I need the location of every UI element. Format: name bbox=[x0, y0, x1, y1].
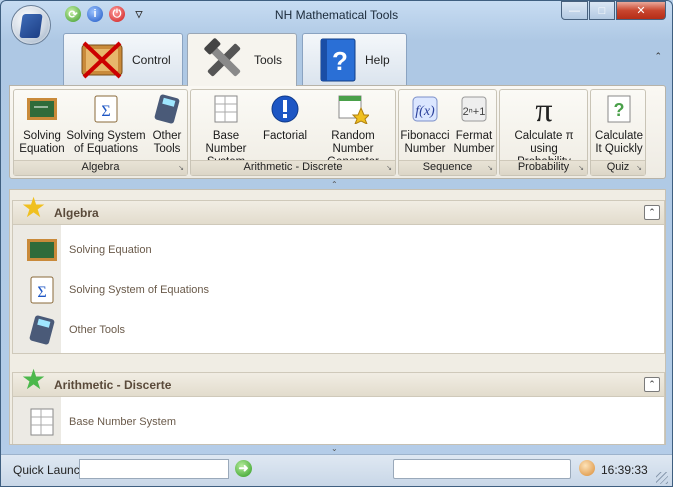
list-item-base-number-system[interactable]: Base Number System bbox=[25, 402, 176, 442]
calculate-it-quickly-button[interactable]: ? Calculate It Quickly bbox=[592, 92, 646, 156]
scroll-up-icon[interactable]: ⌃ bbox=[331, 180, 338, 189]
sigma-note-icon: Σ bbox=[89, 92, 123, 126]
quick-launch-input[interactable] bbox=[79, 459, 229, 479]
dialog-launcher-icon[interactable]: ↘ bbox=[386, 164, 392, 172]
ribbon-group-label: Probability ↘ bbox=[500, 160, 587, 175]
dialog-launcher-icon[interactable]: ↘ bbox=[487, 164, 493, 172]
panel-algebra: ★ Algebra ⌃ Solving Equation Σ Solving S… bbox=[12, 193, 665, 354]
factorial-button[interactable]: Factorial bbox=[261, 92, 309, 143]
panel-header: ★ Arithmetic - Discerte ⌃ bbox=[13, 365, 664, 397]
list-item-label: Solving System of Equations bbox=[69, 284, 210, 296]
status-bar: Quick Launch ➜ 16:39:33 bbox=[1, 454, 672, 486]
ribbon-panel: Solving Equation Σ Solving System of Equ… bbox=[9, 85, 666, 179]
minimize-button[interactable]: — bbox=[561, 1, 588, 20]
svg-text:f(x): f(x) bbox=[415, 104, 435, 119]
question-note-icon: ? bbox=[602, 92, 636, 126]
svg-text:π: π bbox=[535, 93, 552, 125]
number-sheet-icon bbox=[25, 407, 59, 437]
svg-text:?: ? bbox=[332, 46, 348, 76]
svg-text:2ⁿ+1: 2ⁿ+1 bbox=[463, 106, 486, 118]
ribbon-group-algebra: Solving Equation Σ Solving System of Equ… bbox=[13, 89, 188, 176]
clock-icon bbox=[579, 460, 595, 476]
fibonacci-number-button[interactable]: f(x) Fibonacci Number bbox=[400, 92, 450, 156]
panel-arithmetic: ★ Arithmetic - Discerte ⌃ Base Number Sy… bbox=[12, 365, 665, 444]
random-number-generator-button[interactable]: Random Number Generator bbox=[311, 92, 395, 169]
other-tools-button[interactable]: Other Tools bbox=[148, 92, 186, 156]
fermat-number-button[interactable]: 2ⁿ+1 Fermat Number bbox=[451, 92, 497, 156]
scroll-down-icon[interactable]: ⌄ bbox=[331, 444, 338, 453]
resize-grip[interactable] bbox=[656, 472, 668, 484]
panel-header: ★ Algebra ⌃ bbox=[13, 193, 664, 225]
pi-icon: π bbox=[527, 92, 561, 126]
tab-tools[interactable]: Tools bbox=[187, 33, 297, 86]
tab-help-label: Help bbox=[365, 52, 390, 67]
list-item-other-tools[interactable]: Other Tools bbox=[25, 310, 125, 350]
calculator-icon bbox=[150, 92, 184, 126]
exclamation-icon bbox=[268, 92, 302, 126]
tab-control[interactable]: Control bbox=[63, 33, 183, 85]
panel-collapse-button[interactable]: ⌃ bbox=[644, 377, 660, 392]
ribbon-group-label: Arithmetic - Discrete ↘ bbox=[191, 160, 395, 175]
close-button[interactable]: ✕ bbox=[616, 1, 666, 20]
dialog-launcher-icon[interactable]: ↘ bbox=[636, 164, 642, 172]
solving-system-button[interactable]: Σ Solving System of Equations bbox=[66, 92, 146, 156]
ribbon-collapse-icon[interactable]: ⌃ bbox=[654, 51, 662, 62]
ribbon-group-label: Algebra ↘ bbox=[14, 160, 187, 175]
panel-collapse-button[interactable]: ⌃ bbox=[644, 205, 660, 220]
dialog-launcher-icon[interactable]: ↘ bbox=[578, 164, 584, 172]
ribbon-group-quiz: ? Calculate It Quickly Quiz ↘ bbox=[590, 89, 646, 176]
status-field[interactable] bbox=[393, 459, 571, 479]
ribbon-group-probability: π Calculate π using Probability Probabil… bbox=[499, 89, 588, 176]
calculate-pi-button[interactable]: π Calculate π using Probability bbox=[501, 92, 587, 169]
ribbon-group-label: Quiz ↘ bbox=[591, 160, 645, 175]
panel-title: Algebra bbox=[54, 206, 99, 220]
fx-icon: f(x) bbox=[408, 92, 442, 126]
ribbon-group-arithmetic: Base Number System Factorial Random Numb… bbox=[190, 89, 396, 176]
content-area: ★ Algebra ⌃ Solving Equation Σ Solving S… bbox=[9, 189, 666, 445]
list-item-label: Base Number System bbox=[69, 416, 176, 428]
tools-icon bbox=[204, 38, 241, 77]
ribbon-group-label: Sequence ↘ bbox=[399, 160, 496, 175]
random-grid-icon bbox=[336, 92, 370, 126]
chalkboard-icon bbox=[25, 235, 59, 265]
base-number-system-button[interactable]: Base Number System bbox=[193, 92, 259, 169]
sigma-note-icon: Σ bbox=[25, 275, 59, 305]
go-button[interactable]: ➜ bbox=[235, 460, 252, 477]
help-book-icon: ? bbox=[320, 38, 356, 81]
svg-text:?: ? bbox=[614, 100, 625, 120]
control-panel-icon bbox=[81, 41, 123, 78]
tab-help[interactable]: ? Help bbox=[302, 33, 407, 85]
quick-launch-label: Quick Launch bbox=[13, 463, 87, 477]
tab-tools-label: Tools bbox=[254, 53, 283, 67]
list-item-label: Other Tools bbox=[69, 324, 126, 336]
fermat-icon: 2ⁿ+1 bbox=[457, 92, 491, 126]
star-green-icon: ★ bbox=[21, 364, 47, 395]
chalkboard-icon bbox=[25, 92, 59, 126]
star-gold-icon: ★ bbox=[21, 192, 47, 223]
list-item-label: Solving Equation bbox=[69, 244, 152, 256]
dialog-launcher-icon[interactable]: ↘ bbox=[178, 164, 184, 172]
number-sheet-icon bbox=[209, 92, 243, 126]
svg-text:Σ: Σ bbox=[37, 284, 46, 301]
svg-text:Σ: Σ bbox=[101, 103, 110, 120]
calculator-icon bbox=[25, 315, 59, 345]
status-time: 16:39:33 bbox=[601, 463, 648, 477]
list-item-solving-system[interactable]: Σ Solving System of Equations bbox=[25, 270, 209, 310]
ribbon-group-sequence: f(x) Fibonacci Number 2ⁿ+1 Fermat Number… bbox=[398, 89, 497, 176]
solving-equation-button[interactable]: Solving Equation bbox=[17, 92, 67, 156]
tab-control-label: Control bbox=[132, 52, 171, 67]
app-window: ⟳ i ⏻ ▽ NH Mathematical Tools — □ ✕ Cont… bbox=[0, 0, 673, 487]
maximize-button[interactable]: □ bbox=[589, 1, 615, 20]
panel-title: Arithmetic - Discerte bbox=[54, 378, 172, 392]
list-item-solving-equation[interactable]: Solving Equation bbox=[25, 230, 152, 270]
